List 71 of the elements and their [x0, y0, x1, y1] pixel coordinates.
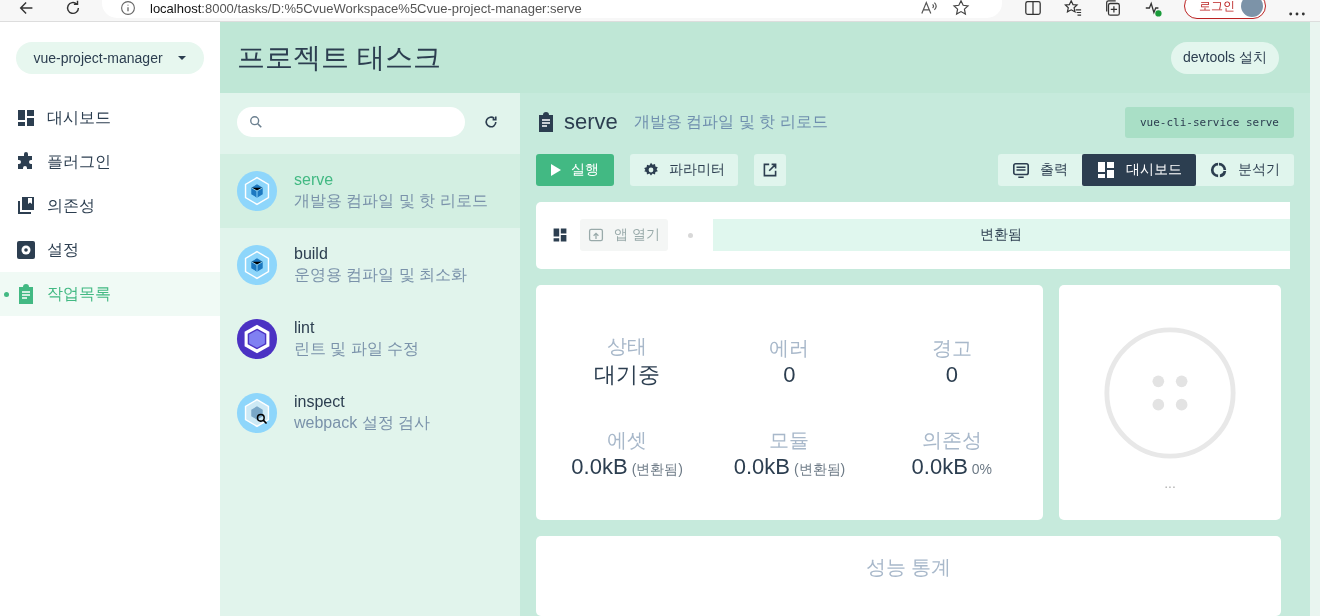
dashboard-icon: [1096, 160, 1116, 180]
parameters-button[interactable]: 파라미터: [630, 154, 738, 186]
clipboard-icon: [536, 112, 556, 132]
progress-ring-icon: [1102, 324, 1238, 461]
stat-label: 의존성: [921, 428, 982, 454]
card-title: 성능 통계: [865, 555, 952, 580]
mode-tag: 변환됨: [712, 219, 1290, 252]
command-chip: vue-cli-service serve: [1124, 106, 1294, 138]
stat-label: 에셋: [607, 428, 648, 454]
settings-icon: [16, 240, 36, 260]
task-item[interactable]: lint 린트 및 파일 수정: [220, 302, 520, 376]
donut-icon: [1210, 161, 1228, 179]
active-dot: [4, 292, 9, 297]
stat-label: 경고: [931, 335, 972, 361]
dashboard-icon: [16, 108, 36, 128]
star-icon: [952, 0, 970, 17]
nav-item[interactable]: 대시보드: [0, 96, 220, 140]
view-tab[interactable]: 출력: [998, 154, 1082, 186]
stat-label: 에러: [769, 335, 810, 361]
url-text: localhost:8000/tasks/D:%5CvueWorkspace%5Cvue-project-manager:serve: [150, 0, 582, 16]
cube-icon: [236, 244, 278, 286]
read-aloud-icon: [920, 0, 938, 17]
caret-icon: [176, 55, 187, 61]
stat-value: 0: [783, 361, 796, 388]
stat-label: 모듈: [769, 428, 810, 454]
nav-item[interactable]: 플러그인: [0, 140, 220, 184]
stat-value: 대기중: [594, 360, 661, 389]
monitor-icon: [1012, 161, 1030, 179]
stat-note: (변환됨): [793, 461, 846, 480]
gear-icon: [643, 162, 659, 178]
task-description: 개발용 컴파일 및 핫 리로드: [633, 111, 828, 132]
task-item[interactable]: inspect webpack 설정 검사: [220, 376, 520, 450]
play-icon: [551, 164, 561, 176]
stat-value: 0: [945, 361, 958, 388]
stat-label: 상태: [607, 333, 648, 359]
avatar: [1241, 0, 1263, 17]
stat-value: 0.0kB: [571, 454, 628, 481]
nav-item[interactable]: 설정: [0, 228, 220, 272]
stat-note: (변환됨): [631, 461, 683, 480]
refresh-icon: [483, 114, 499, 130]
page-title: 프로젝트 태스크: [237, 40, 442, 75]
search-field[interactable]: [237, 107, 465, 137]
task-item[interactable]: build 운영용 컴파일 및 최소화: [220, 228, 520, 302]
nav-item[interactable]: 의존성: [0, 184, 220, 228]
cube-icon: [236, 170, 278, 212]
stat-value: 0.0kB: [733, 454, 790, 481]
search-icon: [249, 115, 263, 129]
progress-status: ...: [1164, 474, 1176, 491]
view-tab[interactable]: 분석기: [1196, 154, 1294, 186]
split-screen-icon: [1024, 0, 1042, 17]
collections-icon: [1104, 0, 1122, 17]
info-icon: [120, 0, 136, 16]
task-name: serve: [564, 109, 618, 135]
stat-value: 0.0kB: [911, 454, 968, 481]
favorites-icon: [1064, 0, 1082, 17]
library-icon: [16, 196, 36, 216]
login-button[interactable]: 로그인: [1184, 0, 1266, 19]
clipboard-icon: [16, 284, 36, 304]
view-tab[interactable]: 대시보드: [1082, 154, 1196, 186]
address-bar[interactable]: localhost:8000/tasks/D:%5CvueWorkspace%5Cvue-project-manager:serve: [102, 0, 1002, 18]
stat-note: 0%: [971, 461, 993, 478]
project-selector[interactable]: vue-project-manager: [16, 42, 204, 74]
dashboard-icon: [552, 227, 568, 244]
status-dot: [687, 232, 693, 238]
reload-icon: [64, 0, 82, 17]
more-icon: [1288, 11, 1306, 17]
devtools-button[interactable]: devtools 설치: [1170, 41, 1279, 74]
external-link-icon: [762, 162, 778, 178]
open-external-button[interactable]: [754, 154, 786, 186]
heartbeat-icon: [1144, 0, 1162, 17]
cube-search-icon: [236, 392, 278, 434]
